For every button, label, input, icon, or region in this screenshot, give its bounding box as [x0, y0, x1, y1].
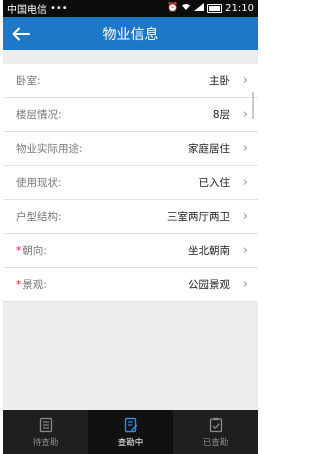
field-value: 8层 — [212, 109, 230, 121]
field-value: 坐北朝南 — [188, 245, 230, 257]
checked-document-icon — [209, 417, 222, 432]
row-orientation[interactable]: *朝向: 坐北朝南 › — [3, 234, 258, 268]
edit-document-icon — [124, 417, 137, 432]
battery-icon — [207, 4, 223, 13]
tab-label: 已查勘 — [202, 437, 229, 448]
app-frame: 中国电信 ••• ⏰ 21:10 物业信息 卧室: 主卧 › 楼层情况: 8层 … — [3, 0, 258, 454]
tab-pending[interactable]: 待查勘 — [3, 410, 88, 454]
carrier-label: 中国电信 — [7, 5, 47, 16]
chevron-right-icon: › — [242, 243, 248, 258]
field-label: 卧室: — [16, 75, 41, 87]
notification-dots: ••• — [50, 3, 68, 14]
row-layout[interactable]: 户型结构: 三室两厅两卫 › — [3, 200, 258, 234]
back-button[interactable] — [3, 17, 39, 50]
field-value: 已入住 — [198, 177, 231, 189]
wifi-icon — [181, 3, 191, 14]
chevron-right-icon: › — [242, 141, 248, 156]
row-usage-status[interactable]: 使用现状: 已入住 › — [3, 166, 258, 200]
row-view[interactable]: *景观: 公园景观 › — [3, 268, 258, 302]
chevron-right-icon: › — [242, 107, 248, 122]
tab-label: 查勘中 — [117, 437, 144, 448]
list-icon — [39, 417, 52, 432]
alarm-icon: ⏰ — [166, 3, 179, 13]
title-bar: 物业信息 — [3, 17, 258, 50]
tab-label: 待查勘 — [32, 437, 59, 448]
chevron-right-icon: › — [242, 277, 248, 292]
property-info-list: 卧室: 主卧 › 楼层情况: 8层 › 物业实际用途: 家庭居住 › 使用现状:… — [3, 64, 258, 302]
field-value: 三室两厅两卫 — [167, 211, 230, 223]
chevron-right-icon: › — [242, 73, 248, 88]
field-label: 使用现状: — [16, 177, 62, 189]
chevron-right-icon: › — [242, 175, 248, 190]
row-floor[interactable]: 楼层情况: 8层 › — [3, 98, 258, 132]
row-bedroom[interactable]: 卧室: 主卧 › — [3, 64, 258, 98]
chevron-right-icon: › — [242, 209, 248, 224]
field-label: 户型结构: — [16, 211, 62, 223]
field-label: 物业实际用途: — [16, 143, 83, 155]
field-label: 景观: — [22, 279, 47, 291]
scrollbar[interactable] — [252, 92, 254, 119]
tab-completed[interactable]: 已查勘 — [173, 410, 258, 454]
required-mark: * — [16, 279, 22, 291]
field-label: 朝向: — [22, 245, 47, 257]
field-value: 家庭居住 — [188, 143, 230, 155]
row-actual-use[interactable]: 物业实际用途: 家庭居住 › — [3, 132, 258, 166]
status-bar: 中国电信 ••• ⏰ 21:10 — [3, 0, 258, 17]
bottom-tab-bar: 待查勘 查勘中 已查勘 — [3, 410, 258, 454]
field-value: 公园景观 — [188, 279, 230, 291]
field-label: 楼层情况: — [16, 109, 62, 121]
arrow-left-icon — [12, 27, 30, 40]
clock: 21:10 — [225, 3, 254, 14]
signal-icon — [194, 3, 205, 14]
required-mark: * — [16, 245, 22, 257]
field-value: 主卧 — [209, 75, 230, 87]
tab-in-progress[interactable]: 查勘中 — [88, 410, 173, 454]
page-title: 物业信息 — [102, 26, 159, 43]
